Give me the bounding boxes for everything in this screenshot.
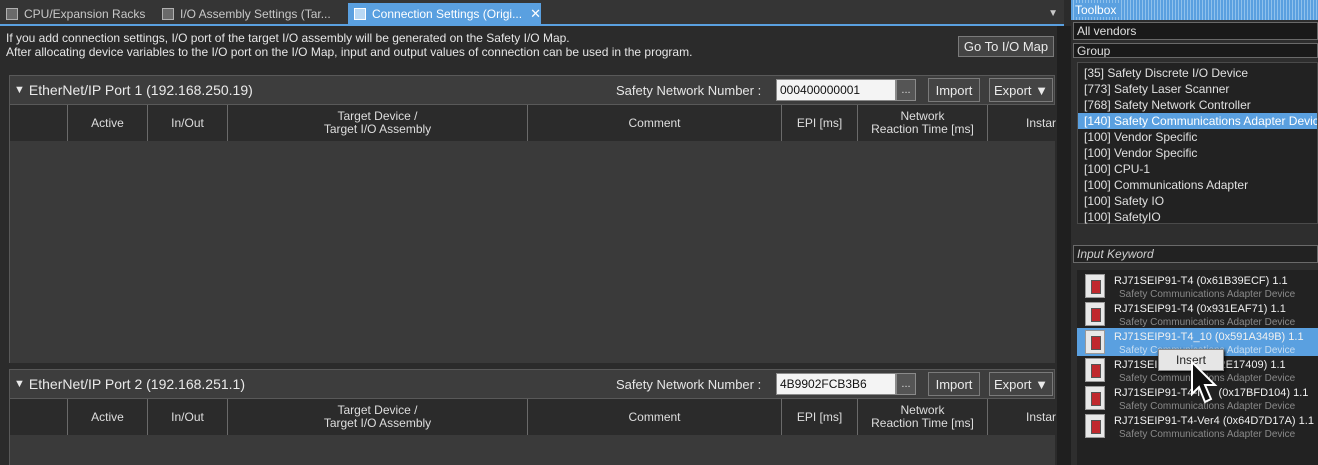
device-name: RJ71SEIP91-T4 (0x931EAF71) 1.1 xyxy=(1114,303,1286,315)
group-list: [35] Safety Discrete I/O Device [773] Sa… xyxy=(1077,62,1318,224)
port-title: EtherNet/IP Port 2 (192.168.251.1) xyxy=(28,376,245,392)
column-header-epi[interactable]: EPI [ms] xyxy=(782,105,858,141)
column-header-instance[interactable]: Instar xyxy=(988,105,1056,141)
target-header-line-2: Target I/O Assembly xyxy=(323,416,432,430)
port-1-section: ▼ EtherNet/IP Port 1 (192.168.250.19) Sa… xyxy=(9,75,1056,363)
port-1-connection-grid[interactable] xyxy=(9,141,1055,363)
safety-network-number-label: Safety Network Number : xyxy=(616,376,762,392)
toolbox-title: Toolbox xyxy=(1075,3,1121,17)
tab-label: I/O Assembly Settings (Tar... xyxy=(180,7,331,21)
device-category: Safety Communications Adapter Device xyxy=(1119,317,1296,328)
connection-table-header: Active In/Out Target Device / Target I/O… xyxy=(9,399,1056,435)
device-name: RJ71SEIP91-T4-Ver4 (0x64D7D17A) 1.1 xyxy=(1114,415,1314,427)
port-title: EtherNet/IP Port 1 (192.168.250.19) xyxy=(28,82,253,98)
group-item[interactable]: [100] Vendor Specific xyxy=(1078,129,1317,145)
target-header-line-2: Target I/O Assembly xyxy=(323,122,432,136)
tab-io-assembly-settings[interactable]: I/O Assembly Settings (Tar... xyxy=(156,3,346,25)
network-header-line-2: Reaction Time [ms] xyxy=(871,122,974,136)
panel-splitter[interactable] xyxy=(1057,26,1071,465)
column-header-epi[interactable]: EPI [ms] xyxy=(782,399,858,435)
device-item[interactable]: RJ71SEIP91-T4 (0x61B39ECF) 1.1 Safety Co… xyxy=(1077,272,1318,300)
network-header-line-2: Reaction Time [ms] xyxy=(871,416,974,430)
info-text: If you add connection settings, I/O port… xyxy=(6,31,692,59)
collapse-triangle-icon[interactable]: ▼ xyxy=(14,378,25,390)
group-item[interactable]: [768] Safety Network Controller xyxy=(1078,97,1317,113)
dropdown-arrow-icon: ▼ xyxy=(1035,376,1049,392)
column-header-index[interactable] xyxy=(10,399,68,435)
tab-dropdown-icon[interactable]: ▼ xyxy=(1048,8,1058,19)
info-line-2: After allocating device variables to the… xyxy=(6,45,693,59)
column-header-active[interactable]: Active xyxy=(68,399,148,435)
import-button[interactable]: Import xyxy=(928,78,980,102)
device-category: Safety Communications Adapter Device xyxy=(1119,429,1296,440)
column-header-index[interactable] xyxy=(10,105,68,141)
device-icon xyxy=(1085,386,1105,410)
connection-icon xyxy=(354,8,366,20)
port-2-header[interactable]: ▼ EtherNet/IP Port 2 (192.168.251.1) Saf… xyxy=(9,369,1055,399)
close-icon[interactable]: ✕ xyxy=(530,6,541,22)
group-item[interactable]: [773] Safety Laser Scanner xyxy=(1078,81,1317,97)
import-button[interactable]: Import xyxy=(928,372,980,396)
safety-network-number-label: Safety Network Number : xyxy=(616,82,762,98)
device-icon xyxy=(1085,414,1105,438)
device-icon xyxy=(1085,274,1105,298)
tab-label: Connection Settings (Origi... xyxy=(372,7,523,21)
group-item[interactable]: [100] Safety IO xyxy=(1078,193,1317,209)
dropdown-arrow-icon: ▼ xyxy=(1035,82,1049,98)
connection-table-header: Active In/Out Target Device / Target I/O… xyxy=(9,105,1056,141)
safety-network-number-browse-button[interactable]: ... xyxy=(896,373,916,395)
tab-label: CPU/Expansion Racks xyxy=(24,7,146,21)
export-button[interactable]: Export ▼ xyxy=(989,372,1053,396)
group-item[interactable]: [100] Vendor Specific xyxy=(1078,145,1317,161)
safety-network-number-input[interactable]: 000400000001 xyxy=(776,79,896,101)
column-header-network-reaction-time[interactable]: Network Reaction Time [ms] xyxy=(858,399,988,435)
toolbox-title-bar: Toolbox xyxy=(1071,0,1318,20)
collapse-triangle-icon[interactable]: ▼ xyxy=(14,84,25,96)
keyword-search-input[interactable]: Input Keyword xyxy=(1073,245,1318,263)
device-name: RJ71SEIP91-T4_10 (0x591A349B) 1.1 xyxy=(1114,331,1304,343)
group-item[interactable]: [35] Safety Discrete I/O Device xyxy=(1078,65,1317,81)
column-header-target[interactable]: Target Device / Target I/O Assembly xyxy=(228,105,528,141)
safety-network-number-browse-button[interactable]: ... xyxy=(896,79,916,101)
info-line-1: If you add connection settings, I/O port… xyxy=(6,31,570,45)
mouse-pointer-icon xyxy=(1191,360,1218,404)
rack-icon xyxy=(6,8,18,20)
column-header-comment[interactable]: Comment xyxy=(528,399,782,435)
group-item[interactable]: [100] SafetyIO xyxy=(1078,209,1317,225)
device-category: Safety Communications Adapter Device xyxy=(1119,289,1296,300)
column-header-inout[interactable]: In/Out xyxy=(148,399,228,435)
export-button[interactable]: Export ▼ xyxy=(989,78,1053,102)
tab-connection-settings[interactable]: Connection Settings (Origi... ✕ xyxy=(348,3,541,25)
vendor-select[interactable]: All vendors xyxy=(1073,22,1318,40)
safety-network-number-input[interactable]: 4B9902FCB3B6 xyxy=(776,373,896,395)
io-assembly-icon xyxy=(162,8,174,20)
group-item-selected[interactable]: [140] Safety Communications Adapter Devi… xyxy=(1078,113,1317,129)
group-label: Group xyxy=(1073,43,1318,58)
port-2-connection-grid[interactable] xyxy=(9,435,1055,465)
device-icon xyxy=(1085,302,1105,326)
column-header-target[interactable]: Target Device / Target I/O Assembly xyxy=(228,399,528,435)
device-icon xyxy=(1085,330,1105,354)
go-to-io-map-button[interactable]: Go To I/O Map xyxy=(958,36,1054,57)
device-icon xyxy=(1085,358,1105,382)
export-label: Export xyxy=(993,82,1032,98)
export-label: Export xyxy=(993,376,1032,392)
tab-cpu-expansion-racks[interactable]: CPU/Expansion Racks xyxy=(0,3,152,25)
column-header-network-reaction-time[interactable]: Network Reaction Time [ms] xyxy=(858,105,988,141)
column-header-inout[interactable]: In/Out xyxy=(148,105,228,141)
port-1-header[interactable]: ▼ EtherNet/IP Port 1 (192.168.250.19) Sa… xyxy=(9,75,1055,105)
document-tab-bar: CPU/Expansion Racks I/O Assembly Setting… xyxy=(0,0,1064,26)
column-header-active[interactable]: Active xyxy=(68,105,148,141)
column-header-instance[interactable]: Instar xyxy=(988,399,1056,435)
port-2-section: ▼ EtherNet/IP Port 2 (192.168.251.1) Saf… xyxy=(9,369,1056,465)
column-header-comment[interactable]: Comment xyxy=(528,105,782,141)
device-item[interactable]: RJ71SEIP91-T4 (0x931EAF71) 1.1 Safety Co… xyxy=(1077,300,1318,328)
device-item[interactable]: RJ71SEIP91-T4-Ver4 (0x64D7D17A) 1.1 Safe… xyxy=(1077,412,1318,440)
group-item[interactable]: [100] Communications Adapter xyxy=(1078,177,1317,193)
group-item[interactable]: [100] CPU-1 xyxy=(1078,161,1317,177)
device-name: RJ71SEIP91-T4 (0x61B39ECF) 1.1 xyxy=(1114,275,1288,287)
